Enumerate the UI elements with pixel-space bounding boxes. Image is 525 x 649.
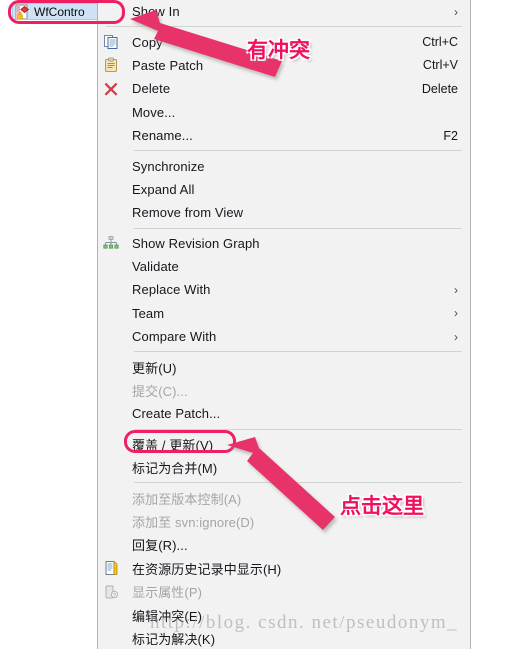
menu-item-show-in-resource-history[interactable]: 在资源历史记录中显示(H) xyxy=(98,557,470,580)
menu-icon-placeholder xyxy=(100,459,122,477)
menu-item-shortcut: Ctrl+V xyxy=(422,58,458,73)
menu-icon-placeholder xyxy=(100,606,122,624)
menu-icon-placeholder xyxy=(100,328,122,346)
menu-item-edit-conflicts[interactable]: 编辑冲突(E) xyxy=(98,603,470,626)
menu-icon-placeholder xyxy=(100,435,122,453)
java-class-conflict-icon xyxy=(15,4,31,19)
menu-icon-placeholder xyxy=(100,180,122,198)
menu-item-label: Show Revision Graph xyxy=(132,235,260,251)
chevron-right-icon: › xyxy=(454,329,458,344)
menu-item-revert[interactable]: 回复(R)... xyxy=(98,533,470,556)
menu-item-label: 覆盖 / 更新(V) xyxy=(132,437,214,453)
menu-icon-placeholder xyxy=(100,513,122,531)
menu-item-label: Remove from View xyxy=(132,205,244,221)
menu-separator xyxy=(134,227,462,229)
menu-icon-placeholder xyxy=(100,629,122,647)
menu-separator xyxy=(106,26,462,28)
menu-item-label: 显示属性(P) xyxy=(132,585,203,601)
paste-icon xyxy=(100,56,122,74)
tree-item-label: WfContro xyxy=(34,4,85,19)
copy-icon xyxy=(100,33,122,51)
menu-icon-placeholder xyxy=(100,382,122,400)
menu-item-label: Rename... xyxy=(132,128,193,144)
menu-item-compare-with[interactable]: Compare With › xyxy=(98,325,470,348)
menu-item-shortcut: Delete xyxy=(421,81,458,96)
menu-item-label: Move... xyxy=(132,104,176,120)
menu-item-commit: 提交(C)... xyxy=(98,379,470,402)
menu-item-label: 编辑冲突(E) xyxy=(132,608,203,624)
menu-separator xyxy=(134,351,462,353)
menu-item-label: 在资源历史记录中显示(H) xyxy=(132,561,282,577)
menu-icon-placeholder xyxy=(100,536,122,554)
menu-item-label: Replace With xyxy=(132,282,211,298)
revision-graph-icon xyxy=(100,234,122,252)
menu-icon-placeholder xyxy=(100,258,122,276)
menu-icon-placeholder xyxy=(100,3,122,21)
menu-item-show-properties: ? 显示属性(P) xyxy=(98,580,470,603)
chevron-right-icon: › xyxy=(454,306,458,321)
menu-icon-placeholder xyxy=(100,358,122,376)
menu-icon-placeholder xyxy=(100,103,122,121)
menu-item-validate[interactable]: Validate xyxy=(98,255,470,278)
menu-icon-placeholder xyxy=(100,281,122,299)
menu-item-revert-update[interactable]: 覆盖 / 更新(V) xyxy=(98,433,470,456)
menu-icon-placeholder xyxy=(100,405,122,423)
menu-item-update[interactable]: 更新(U) xyxy=(98,355,470,378)
context-menu[interactable]: Show In › Copy Ctrl+C Paste Patch Ctrl+V Delet… xyxy=(97,0,471,649)
menu-item-team[interactable]: Team › xyxy=(98,302,470,325)
menu-item-shortcut: F2 xyxy=(443,128,458,143)
history-icon xyxy=(100,559,122,577)
menu-item-mark-as-merged[interactable]: 标记为合并(M) xyxy=(98,456,470,479)
menu-item-show-in[interactable]: Show In › xyxy=(98,0,470,23)
menu-item-create-patch[interactable]: Create Patch... xyxy=(98,402,470,425)
menu-item-delete[interactable]: Delete Delete xyxy=(98,77,470,100)
svg-text:?: ? xyxy=(113,593,116,599)
menu-item-replace-with[interactable]: Replace With › xyxy=(98,278,470,301)
menu-item-move[interactable]: Move... xyxy=(98,101,470,124)
menu-item-label: Expand All xyxy=(132,181,195,197)
menu-item-show-revision-graph[interactable]: Show Revision Graph xyxy=(98,232,470,255)
menu-icon-placeholder xyxy=(100,304,122,322)
menu-item-label: 标记为合并(M) xyxy=(132,461,218,477)
menu-item-remove-from-view[interactable]: Remove from View xyxy=(98,201,470,224)
menu-item-label: 标记为解决(K) xyxy=(132,631,216,647)
menu-item-label: Delete xyxy=(132,81,171,97)
menu-item-label: Compare With xyxy=(132,329,217,345)
menu-item-label: Synchronize xyxy=(132,158,205,174)
menu-item-label: Create Patch... xyxy=(132,406,221,422)
menu-separator xyxy=(134,428,462,430)
annotation-text-has-conflict: 有冲突 xyxy=(247,38,310,62)
menu-icon-placeholder xyxy=(100,489,122,507)
menu-item-synchronize[interactable]: Synchronize xyxy=(98,154,470,177)
menu-icon-placeholder xyxy=(100,157,122,175)
menu-item-label: Team xyxy=(132,305,165,321)
chevron-right-icon: › xyxy=(454,282,458,297)
menu-item-mark-resolved[interactable]: 标记为解决(K) xyxy=(98,627,470,649)
menu-icon-placeholder xyxy=(100,204,122,222)
properties-icon: ? xyxy=(100,583,122,601)
menu-icon-placeholder xyxy=(100,127,122,145)
menu-separator xyxy=(134,482,462,484)
menu-item-rename[interactable]: Rename... F2 xyxy=(98,124,470,147)
menu-item-label: 回复(R)... xyxy=(132,538,188,554)
menu-item-label: 提交(C)... xyxy=(132,384,188,400)
menu-item-label: Validate xyxy=(132,259,179,275)
menu-separator xyxy=(134,150,462,152)
menu-item-shortcut: Ctrl+C xyxy=(422,35,458,50)
menu-item-label: Show In xyxy=(132,4,180,20)
menu-item-label: 更新(U) xyxy=(132,360,177,376)
delete-x-icon xyxy=(100,80,122,98)
annotation-text-click-here: 点击这里 xyxy=(340,494,424,518)
chevron-right-icon: › xyxy=(454,4,458,19)
menu-item-expand-all[interactable]: Expand All xyxy=(98,178,470,201)
